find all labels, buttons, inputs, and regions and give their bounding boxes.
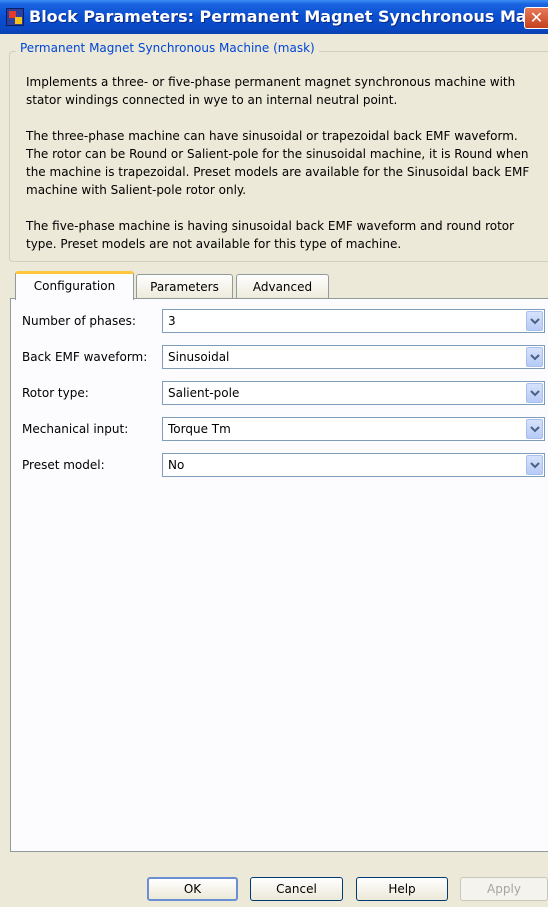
preset-model-label: Preset model: [22, 458, 105, 472]
cancel-button[interactable]: Cancel [250, 877, 343, 901]
close-button[interactable]: ✕ [524, 7, 548, 29]
mechanical-input-label: Mechanical input: [22, 422, 129, 436]
description-paragraph-3: The five-phase machine is having sinusoi… [26, 217, 548, 253]
chevron-down-icon[interactable] [526, 347, 543, 367]
rotor-type-value: Salient-pole [168, 386, 240, 400]
chevron-down-icon[interactable] [526, 455, 543, 475]
back-emf-waveform-value: Sinusoidal [168, 350, 230, 364]
simulink-block-icon [6, 8, 24, 26]
description-line: type. Preset models are not available fo… [26, 237, 402, 251]
chevron-down-icon[interactable] [526, 383, 543, 403]
title-bar[interactable]: Block Parameters: Permanent Magnet Synch… [0, 0, 548, 34]
apply-button[interactable]: Apply [460, 877, 548, 901]
chevron-down-icon[interactable] [526, 311, 543, 331]
preset-model-select[interactable]: No [162, 453, 545, 477]
mask-legend: Permanent Magnet Synchronous Machine (ma… [16, 41, 319, 55]
description-line: The rotor can be Round or Salient-pole f… [26, 147, 529, 161]
ok-button[interactable]: OK [147, 877, 238, 901]
description-line: The five-phase machine is having sinusoi… [26, 219, 515, 233]
tab-advanced[interactable]: Advanced [236, 274, 329, 300]
description-line: machine with Salient-pole rotor only. [26, 183, 247, 197]
preset-model-value: No [168, 458, 185, 472]
description-line: Implements a three- or five-phase perman… [26, 75, 516, 89]
back-emf-waveform-label: Back EMF waveform: [22, 350, 148, 364]
chevron-down-icon[interactable] [526, 419, 543, 439]
dialog-window: Block Parameters: Permanent Magnet Synch… [0, 0, 548, 907]
number-of-phases-select[interactable]: 3 [162, 309, 545, 333]
number-of-phases-label: Number of phases: [22, 314, 136, 328]
rotor-type-select[interactable]: Salient-pole [162, 381, 545, 405]
description-line: stator windings connected in wye to an i… [26, 93, 398, 107]
mechanical-input-select[interactable]: Torque Tm [162, 417, 545, 441]
window-title: Block Parameters: Permanent Magnet Synch… [29, 7, 548, 26]
description-line: The three-phase machine can have sinusoi… [26, 129, 518, 143]
number-of-phases-value: 3 [168, 314, 176, 328]
description-paragraph-1: Implements a three- or five-phase perman… [26, 73, 548, 109]
back-emf-waveform-select[interactable]: Sinusoidal [162, 345, 545, 369]
rotor-type-label: Rotor type: [22, 386, 89, 400]
description-line: the machine is trapezoidal. Preset model… [26, 165, 530, 179]
tab-configuration[interactable]: Configuration [15, 271, 134, 300]
description-paragraph-2: The three-phase machine can have sinusoi… [26, 127, 548, 199]
mechanical-input-value: Torque Tm [168, 422, 231, 436]
help-button[interactable]: Help [356, 877, 448, 901]
tab-parameters[interactable]: Parameters [136, 274, 233, 300]
